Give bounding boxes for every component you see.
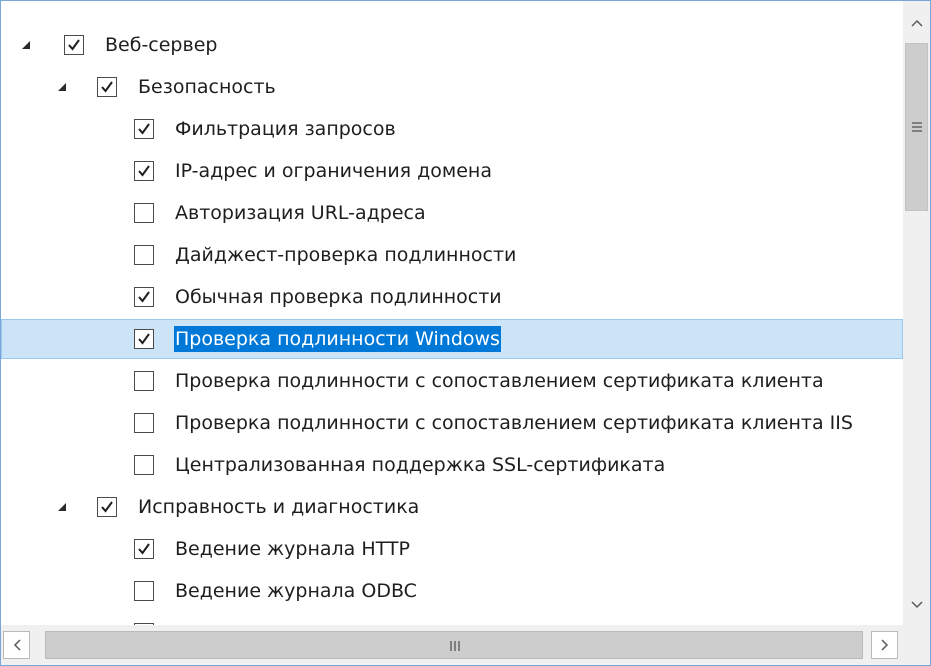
expanded-triangle-icon[interactable] xyxy=(22,41,30,49)
tree-item-label: Фильтрация запросов xyxy=(175,118,396,140)
checkmark-icon xyxy=(101,501,113,513)
feature-tree[interactable]: Веб-сервер Безопасность Фильтрация запросо… xyxy=(1,1,903,625)
scroll-up-button[interactable] xyxy=(903,9,930,37)
vertical-scrollbar[interactable] xyxy=(903,1,930,625)
expanded-triangle-icon[interactable] xyxy=(58,503,66,511)
tree-item[interactable]: Исправность и диагностика xyxy=(1,487,903,527)
feature-checkbox[interactable] xyxy=(64,35,84,55)
tree-item[interactable]: Дайджест-проверка подлинности xyxy=(1,235,903,275)
tree-item[interactable]: Веб-сервер xyxy=(1,25,903,65)
tree-item[interactable]: Ведение журнала ODBC xyxy=(1,571,903,611)
checkmark-icon xyxy=(68,39,80,51)
checkmark-icon xyxy=(101,81,113,93)
tree-item-label: Исправность и диагностика xyxy=(138,496,420,518)
feature-checkbox[interactable] xyxy=(134,161,154,181)
feature-checkbox[interactable] xyxy=(97,497,117,517)
tree-item[interactable]: Проверка подлинности с сопоставлением се… xyxy=(1,361,903,401)
tree-item[interactable]: Обычная проверка подлинности xyxy=(1,277,903,317)
chevron-left-icon xyxy=(13,639,21,651)
tree-item[interactable]: Безопасность xyxy=(1,67,903,107)
grip-icon xyxy=(912,122,922,132)
tree-item-label: Ведение журнала HTTP xyxy=(175,538,410,560)
scroll-right-button[interactable] xyxy=(871,631,898,659)
feature-checkbox[interactable] xyxy=(134,203,154,223)
tree-item[interactable]: Фильтрация запросов xyxy=(1,109,903,149)
tree-item-label: Обычная проверка подлинности xyxy=(175,286,502,308)
feature-tree-panel: Веб-сервер Безопасность Фильтрация запросо… xyxy=(0,0,931,666)
checkmark-icon xyxy=(138,165,150,177)
grip-icon xyxy=(450,641,460,651)
tree-item-label: Авторизация URL-адреса xyxy=(175,202,426,224)
tree-item-label: Веб-сервер xyxy=(105,34,218,56)
tree-item[interactable]: Авторизация URL-адреса xyxy=(1,193,903,233)
tree-item-label: Ведение журнала ODBC xyxy=(175,580,417,602)
feature-checkbox[interactable] xyxy=(134,287,154,307)
feature-checkbox[interactable] xyxy=(134,413,154,433)
feature-checkbox[interactable] xyxy=(134,329,154,349)
tree-item[interactable]: Централизованная поддержка SSL-сертифика… xyxy=(1,445,903,485)
chevron-down-icon xyxy=(910,601,923,609)
feature-checkbox[interactable] xyxy=(134,245,154,265)
chevron-up-icon xyxy=(910,19,923,27)
checkmark-icon xyxy=(138,333,150,345)
feature-checkbox[interactable] xyxy=(134,455,154,475)
feature-checkbox[interactable] xyxy=(134,371,154,391)
scroll-down-button[interactable] xyxy=(903,591,930,619)
tree-item-label: IP-адрес и ограничения домена xyxy=(175,160,492,182)
feature-checkbox[interactable] xyxy=(97,77,117,97)
checkmark-icon xyxy=(138,123,150,135)
chevron-right-icon xyxy=(880,639,888,651)
tree-item-label: Дайджест-проверка подлинности xyxy=(175,244,517,266)
tree-item-label: Проверка подлинности Windows xyxy=(174,326,501,352)
feature-checkbox[interactable] xyxy=(134,539,154,559)
tree-item[interactable]: Проверка подлинности с сопоставлением се… xyxy=(1,403,903,443)
tree-item[interactable]: Ведение журнала HTTP xyxy=(1,529,903,569)
checkmark-icon xyxy=(138,291,150,303)
tree-item[interactable]: Проверка подлинности Windows xyxy=(1,319,903,359)
feature-checkbox[interactable] xyxy=(134,119,154,139)
horizontal-scrollbar[interactable] xyxy=(1,625,903,665)
tree-item[interactable]: IP-адрес и ограничения домена xyxy=(1,151,903,191)
expanded-triangle-icon[interactable] xyxy=(58,83,66,91)
tree-item-label: Проверка подлинности с сопоставлением се… xyxy=(175,412,853,434)
feature-checkbox[interactable] xyxy=(134,581,154,601)
scroll-left-button[interactable] xyxy=(3,631,30,659)
tree-item-label: Централизованная поддержка SSL-сертифика… xyxy=(175,454,666,476)
tree-item-label: Проверка подлинности с сопоставлением се… xyxy=(175,370,824,392)
horizontal-scroll-thumb[interactable] xyxy=(45,631,863,659)
checkmark-icon xyxy=(138,543,150,555)
tree-item[interactable]: Мониторинг xyxy=(1,613,903,625)
vertical-scroll-thumb[interactable] xyxy=(905,43,928,211)
tree-item-label: Безопасность xyxy=(138,76,276,98)
scrollbar-corner xyxy=(903,625,930,665)
